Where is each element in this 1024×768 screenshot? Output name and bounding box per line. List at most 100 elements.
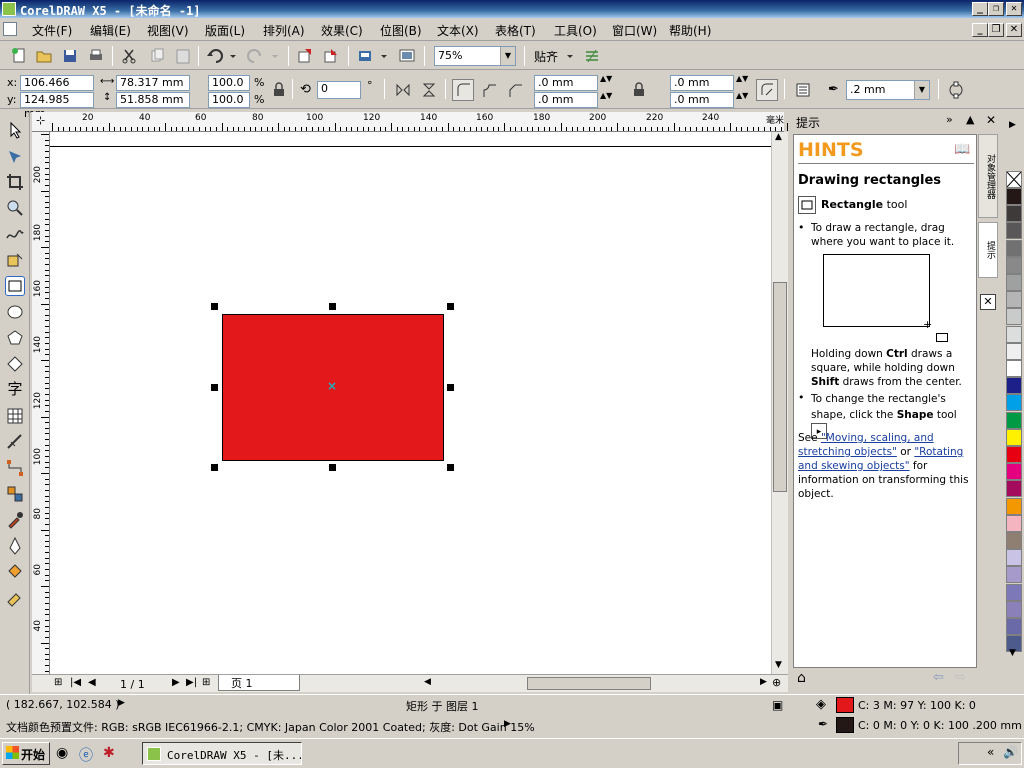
connector-tool-icon[interactable] [5, 458, 25, 478]
show-hidden-icons-icon[interactable]: « [987, 745, 994, 759]
menu-arrange[interactable]: 排列(A) [263, 22, 305, 39]
palette-swatch[interactable] [1006, 549, 1022, 567]
close-button[interactable]: ✕ [1006, 2, 1022, 16]
menu-edit[interactable]: 编辑(E) [90, 22, 131, 39]
fill-tool-icon[interactable] [5, 562, 25, 582]
basic-shapes-tool-icon[interactable] [5, 354, 25, 374]
palette-swatch[interactable] [1006, 291, 1022, 309]
eyedropper-tool-icon[interactable] [5, 510, 25, 530]
palette-swatch[interactable] [1006, 394, 1022, 412]
volume-icon[interactable]: 🔊 [1003, 745, 1018, 759]
outline-color-swatch[interactable] [836, 717, 854, 733]
book-icon[interactable]: 📖 [954, 142, 970, 157]
smart-fill-tool-icon[interactable] [5, 250, 25, 270]
browser-icon[interactable]: ⓔ [79, 745, 93, 765]
palette-swatch[interactable] [1006, 583, 1022, 601]
palette-swatch[interactable] [1006, 274, 1022, 291]
taskbar-coreldraw-task[interactable]: CorelDRAW X5 - [未... [142, 742, 302, 765]
palette-swatch[interactable] [1006, 514, 1022, 532]
palette-scroll-down-icon[interactable]: ▼ [1009, 648, 1016, 658]
horizontal-scroll-thumb[interactable] [527, 677, 651, 690]
expand-arrow-icon[interactable]: ▶ [504, 719, 511, 729]
coreldraw-app-icon[interactable] [2, 2, 16, 16]
center-marker-icon[interactable]: × [327, 379, 337, 393]
palette-swatch[interactable] [1006, 618, 1022, 635]
add-page-after-icon[interactable]: ⊞ [202, 677, 210, 688]
corner-radius-top-right[interactable]: .0 mm [670, 75, 734, 91]
dimension-tool-icon[interactable] [5, 432, 25, 452]
chevron-down-icon[interactable]: ▼ [914, 81, 929, 99]
scale-height-field[interactable]: 100.0 [208, 92, 250, 108]
round-corner-button[interactable] [452, 79, 474, 101]
expand-arrow-icon[interactable]: ▶ [118, 698, 125, 708]
close-docker-icon[interactable]: ✕ [986, 113, 996, 127]
menu-text[interactable]: 文本(X) [437, 22, 479, 39]
zoom-navigator-icon[interactable]: ⊕ [772, 676, 781, 689]
vertical-ruler[interactable]: 200 180 160 140 120 100 80 60 40 [32, 132, 50, 674]
menu-layout[interactable]: 版面(L) [205, 22, 245, 39]
outline-width-combo[interactable]: .2 mm ▼ [846, 80, 930, 100]
wrap-text-icon[interactable] [794, 81, 812, 99]
options-icon[interactable] [583, 47, 601, 65]
chevron-down-icon[interactable]: ▼ [500, 47, 515, 65]
chamfered-corner-icon[interactable] [506, 81, 524, 99]
pick-tool-icon[interactable] [5, 120, 25, 140]
ellipse-tool-icon[interactable] [5, 302, 25, 322]
corner-lock-icon[interactable] [632, 82, 650, 100]
doc-restore-button[interactable]: ❐ [988, 23, 1004, 37]
scroll-up-icon[interactable]: ▲ [775, 132, 782, 142]
menu-file[interactable]: 文件(F) [32, 22, 72, 39]
close-icon[interactable]: ✕ [980, 294, 996, 310]
palette-swatch[interactable] [1006, 256, 1022, 274]
text-tool-icon[interactable]: 字 [5, 378, 25, 398]
palette-scroll-up-icon[interactable]: ▶ [1009, 120, 1016, 130]
menu-table[interactable]: 表格(T) [495, 22, 536, 39]
app-shortcut-icon[interactable]: ✱ [103, 745, 115, 761]
palette-swatch[interactable] [1006, 325, 1022, 343]
last-page-icon[interactable]: ▶| [186, 677, 197, 688]
scroll-up-icon[interactable]: ▲ [966, 113, 974, 126]
palette-swatch[interactable] [1006, 377, 1022, 395]
collapse-docker-icon[interactable]: » [946, 113, 953, 126]
minimize-button[interactable]: _ [972, 2, 988, 16]
back-arrow-icon[interactable]: ⇦ [933, 670, 944, 685]
redo-icon[interactable] [246, 47, 264, 65]
horizontal-ruler[interactable]: ⊹ 20 40 60 80 100 120 140 160 180 200 22… [32, 112, 788, 132]
forward-arrow-icon[interactable]: ⇨ [955, 670, 966, 685]
document-color-profile[interactable]: 文档颜色预置文件: RGB: sRGB IEC61966-2.1; CMYK: … [6, 719, 535, 735]
palette-swatch[interactable] [1006, 205, 1022, 223]
corner-radius-bottom-right[interactable]: .0 mm [670, 92, 734, 108]
undo-icon[interactable] [206, 47, 224, 65]
polygon-tool-icon[interactable] [5, 328, 25, 348]
menu-help[interactable]: 帮助(H) [669, 22, 711, 39]
save-icon[interactable] [61, 47, 79, 65]
selection-handle[interactable] [211, 384, 218, 391]
redo-dropdown-icon[interactable] [270, 47, 280, 65]
add-page-before-icon[interactable]: ⊞ [54, 677, 62, 688]
palette-swatch[interactable] [1006, 532, 1022, 549]
next-page-icon[interactable]: ▶ [172, 677, 180, 688]
palette-swatch[interactable] [1006, 497, 1022, 515]
cut-icon[interactable] [120, 47, 138, 65]
blend-tool-icon[interactable] [5, 484, 25, 504]
rectangle-tool-icon[interactable] [5, 276, 25, 296]
document-icon[interactable] [3, 22, 17, 36]
doc-close-button[interactable]: ✕ [1006, 23, 1022, 37]
palette-swatch[interactable] [1006, 480, 1022, 498]
zoom-tool-icon[interactable] [5, 198, 25, 218]
export-icon[interactable] [322, 47, 340, 65]
scroll-left-icon[interactable]: ◀ [424, 677, 431, 687]
palette-swatch[interactable] [1006, 360, 1022, 377]
color-proof-icon[interactable]: ▣ [772, 698, 783, 712]
application-launcher-icon[interactable] [356, 47, 374, 65]
menu-view[interactable]: 视图(V) [147, 22, 189, 39]
vertical-scroll-thumb[interactable] [773, 282, 787, 492]
crop-tool-icon[interactable] [5, 172, 25, 192]
mirror-vertical-icon[interactable] [420, 81, 438, 99]
selection-handle[interactable] [329, 303, 336, 310]
palette-swatch[interactable] [1006, 188, 1022, 205]
palette-swatch[interactable] [1006, 600, 1022, 618]
rotation-angle-field[interactable]: 0 [317, 81, 361, 99]
menu-window[interactable]: 窗口(W) [612, 22, 657, 39]
palette-swatch[interactable] [1006, 411, 1022, 429]
